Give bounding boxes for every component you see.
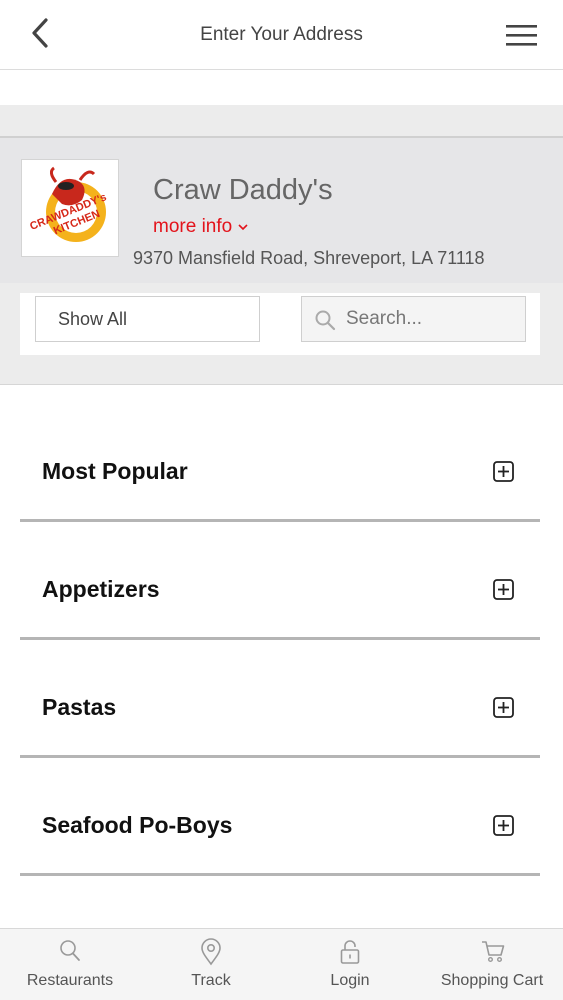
more-info-label: more info bbox=[153, 216, 233, 237]
address-header: Enter Your Address bbox=[0, 24, 563, 46]
category-pastas[interactable]: Pastas bbox=[0, 641, 563, 759]
category-divider bbox=[20, 755, 540, 758]
category-label: Pastas bbox=[42, 694, 117, 720]
bottom-tab-bar: Restaurants Track Login Shopping Cart bbox=[0, 928, 563, 1000]
top-bar: Enter Your Address bbox=[0, 0, 563, 70]
map-pin-icon bbox=[201, 938, 221, 966]
restaurant-logo: CRAWDADDY's KITCHEN bbox=[21, 159, 119, 257]
tab-label: Restaurants bbox=[26, 972, 114, 989]
search-icon bbox=[60, 940, 80, 961]
filter-bar: Show All bbox=[20, 293, 540, 355]
category-divider bbox=[20, 873, 540, 876]
hamburger-menu-button[interactable] bbox=[505, 20, 539, 50]
expand-plus-icon[interactable] bbox=[493, 697, 514, 718]
chevron-down-icon bbox=[238, 224, 248, 231]
category-label: Appetizers bbox=[42, 576, 160, 602]
tab-label: Shopping Cart bbox=[440, 972, 544, 989]
tab-track[interactable]: Track bbox=[161, 929, 261, 1000]
search-icon bbox=[315, 310, 336, 331]
more-info-link[interactable]: more info bbox=[153, 216, 249, 238]
crawdaddys-kitchen-logo: CRAWDADDY's KITCHEN bbox=[28, 166, 108, 242]
category-divider bbox=[20, 637, 540, 640]
search-input[interactable] bbox=[346, 297, 521, 341]
tab-login[interactable]: Login bbox=[300, 929, 400, 1000]
tab-label: Track bbox=[191, 972, 231, 989]
tab-shopping-cart[interactable]: Shopping Cart bbox=[431, 929, 553, 1000]
category-label: Seafood Po-Boys bbox=[42, 812, 233, 838]
cart-icon bbox=[482, 941, 505, 963]
tab-label: Login bbox=[330, 972, 370, 989]
show-all-dropdown[interactable]: Show All bbox=[35, 296, 260, 342]
restaurant-address: 9370 Mansfield Road, Shreveport, LA 7111… bbox=[133, 248, 485, 268]
category-label: Most Popular bbox=[42, 458, 188, 484]
lock-icon bbox=[340, 940, 360, 964]
expand-plus-icon[interactable] bbox=[493, 815, 514, 836]
tab-restaurants[interactable]: Restaurants bbox=[10, 929, 130, 1000]
restaurant-header-band: CRAWDADDY's KITCHEN Craw Daddy's more in… bbox=[0, 105, 563, 385]
expand-plus-icon[interactable] bbox=[493, 579, 514, 600]
category-seafood-po-boys[interactable]: Seafood Po-Boys bbox=[0, 759, 563, 877]
category-divider bbox=[20, 519, 540, 522]
category-appetizers[interactable]: Appetizers bbox=[0, 523, 563, 641]
expand-plus-icon[interactable] bbox=[493, 461, 514, 482]
enter-address-link[interactable]: Enter Your Address bbox=[200, 24, 363, 45]
hamburger-menu-icon bbox=[506, 25, 537, 46]
restaurant-info: CRAWDADDY's KITCHEN Craw Daddy's more in… bbox=[0, 138, 563, 283]
search-field[interactable] bbox=[301, 296, 526, 342]
restaurant-name: Craw Daddy's bbox=[153, 174, 333, 206]
category-most-popular[interactable]: Most Popular bbox=[0, 405, 563, 523]
